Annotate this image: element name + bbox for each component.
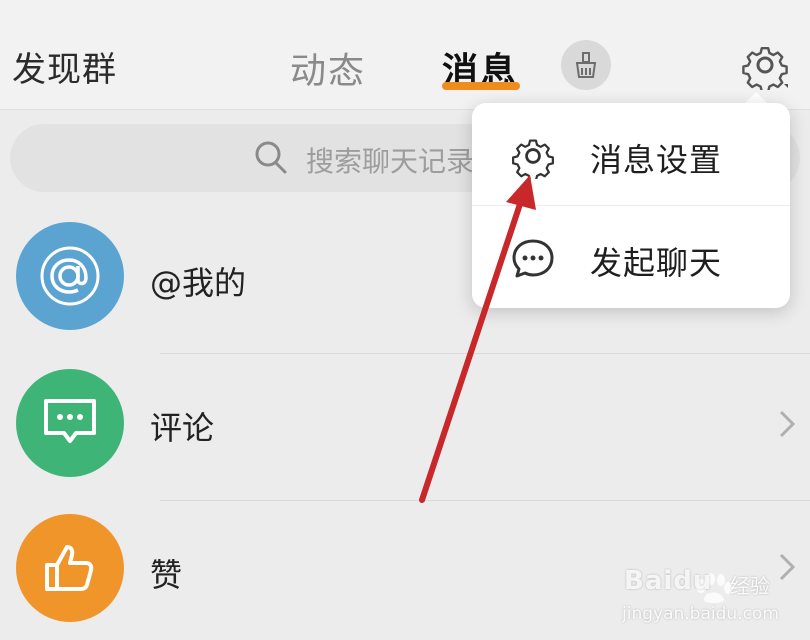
menu-item-label: 发起聊天 [590,244,723,282]
clear-unread-button[interactable] [561,40,611,90]
watermark-url: jingyan.baidu.com [622,604,779,624]
watermark-brand: Baidu [624,566,713,596]
list-item-label: 评论 [150,409,215,447]
menu-item-label: 消息设置 [590,141,723,179]
menu-item-message-settings[interactable]: 消息设置 [472,103,790,205]
chat-bubble-icon [512,239,554,278]
tab-feed[interactable]: 动态 [290,42,366,94]
list-item-label: @我的 [150,264,247,302]
settings-button[interactable] [740,40,790,90]
chevron-right-icon [779,410,796,438]
thumbs-up-icon [16,514,124,622]
search-placeholder: 搜索聊天记录 [306,145,475,178]
list-item-comments[interactable]: 评论 [0,353,810,493]
watermark-sub: 经验 [730,574,770,598]
at-icon [16,222,124,330]
discover-groups-link[interactable]: 发现群 [12,42,117,91]
menu-item-start-chat[interactable]: 发起聊天 [472,206,790,308]
top-bar: 发现群 动态 消息 [0,0,810,110]
active-tab-indicator [442,82,520,90]
broom-icon [575,52,597,78]
search-icon [255,141,287,174]
list-item-label: 赞 [150,556,183,594]
comment-icon [16,369,124,477]
settings-popup-menu: 消息设置 发起聊天 [472,103,790,308]
gear-icon [742,47,788,90]
gear-icon [512,139,554,179]
